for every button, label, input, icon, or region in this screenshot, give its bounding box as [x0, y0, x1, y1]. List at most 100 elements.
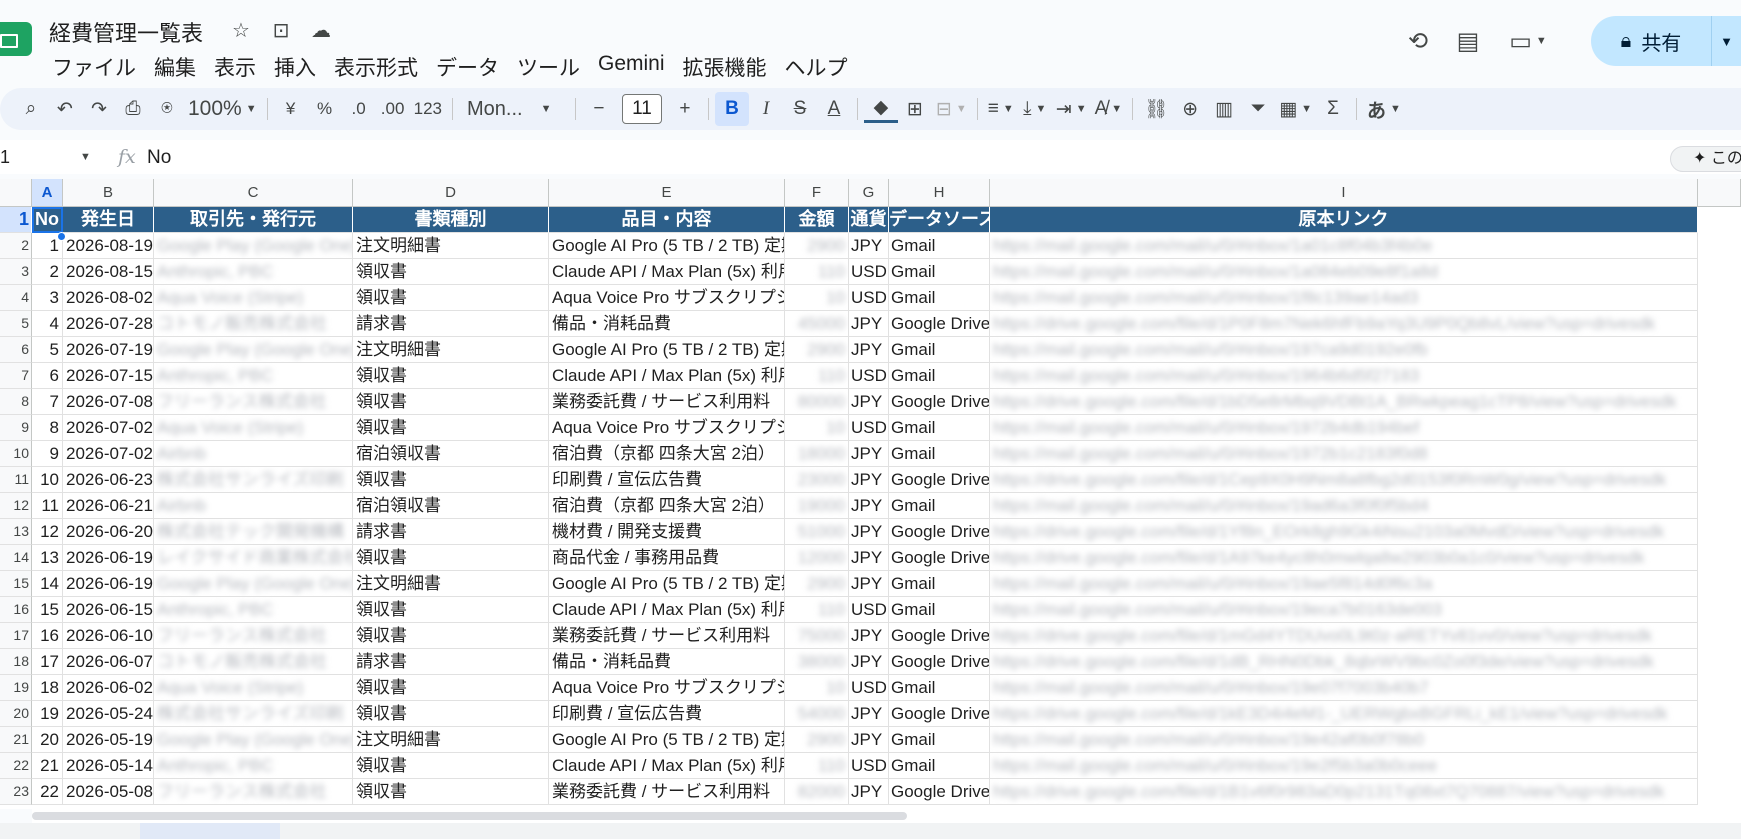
document-title[interactable]: 経費管理一覧表	[49, 16, 203, 48]
row-number[interactable]: 9	[0, 415, 32, 441]
header-cell-doc-type[interactable]: 書類種別	[353, 207, 549, 233]
merge-cells-icon[interactable]: ⊟ ▼	[932, 92, 971, 126]
cell-currency[interactable]: JPY	[849, 649, 889, 675]
cell-vendor[interactable]: Aqua Voice (Stripe)	[154, 415, 353, 441]
share-button[interactable]: 🔒︎ 共有	[1591, 16, 1711, 66]
cell-source[interactable]: Google Drive	[889, 701, 990, 727]
menu-data[interactable]: データ	[427, 52, 508, 82]
horizontal-scrollbar[interactable]	[32, 809, 1741, 823]
row-number[interactable]: 21	[0, 727, 32, 753]
cell-currency[interactable]: JPY	[849, 233, 889, 259]
row-number[interactable]: 19	[0, 675, 32, 701]
cell-no[interactable]: 2	[32, 259, 63, 285]
cell-doc-type[interactable]: 宿泊領収書	[353, 441, 549, 467]
header-cell-date[interactable]: 発生日	[63, 207, 154, 233]
cell-no[interactable]: 3	[32, 285, 63, 311]
cell-amount[interactable]: 110	[785, 363, 849, 389]
cell-currency[interactable]: JPY	[849, 441, 889, 467]
cell-currency[interactable]: USD	[849, 363, 889, 389]
cell-source[interactable]: Google Drive	[889, 623, 990, 649]
cell-date[interactable]: 2026-07-19	[63, 337, 154, 363]
cell-source[interactable]: Gmail	[889, 493, 990, 519]
cell-date[interactable]: 2026-06-02	[63, 675, 154, 701]
cell-item[interactable]: 備品・消耗品費	[549, 311, 785, 337]
cell-link[interactable]: https://drive.google.com/file/d/1B1v6f0r…	[990, 779, 1698, 805]
cell-no[interactable]: 19	[32, 701, 63, 727]
menu-view[interactable]: 表示	[205, 52, 265, 82]
functions-icon[interactable]: Σ	[1316, 92, 1350, 126]
cell-date[interactable]: 2026-05-19	[63, 727, 154, 753]
cell-vendor[interactable]: Google Play (Google One)	[154, 727, 353, 753]
header-cell-currency[interactable]: 通貨	[849, 207, 889, 233]
sheets-logo-icon[interactable]	[0, 22, 32, 56]
cell-date[interactable]: 2026-06-23	[63, 467, 154, 493]
cell-vendor[interactable]: コトモノ販売株式会社	[154, 311, 353, 337]
font-size-increase-button[interactable]: +	[668, 92, 702, 126]
cell-link[interactable]: https://mail.google.com/mail/u/0/#inbox/…	[990, 259, 1698, 285]
menu-gemini[interactable]: Gemini	[589, 52, 674, 82]
cell-item[interactable]: Aqua Voice Pro サブスクリプション	[549, 415, 785, 441]
cell-amount[interactable]: 19000	[785, 493, 849, 519]
menu-file[interactable]: ファイル	[52, 52, 145, 82]
text-wrap-icon[interactable]: ⇥ ▼	[1052, 92, 1091, 126]
cell-item[interactable]: Aqua Voice Pro サブスクリプション	[549, 285, 785, 311]
column-header-d[interactable]: D	[353, 179, 549, 207]
column-header-h[interactable]: H	[889, 179, 990, 207]
cell-doc-type[interactable]: 注文明細書	[353, 727, 549, 753]
row-number[interactable]: 2	[0, 233, 32, 259]
print-icon[interactable]: ⎙	[116, 92, 150, 126]
menu-insert[interactable]: 挿入	[265, 52, 325, 82]
cell-doc-type[interactable]: 領収書	[353, 415, 549, 441]
cell-link[interactable]: https://mail.google.com/mail/u/0/#inbox/…	[990, 493, 1698, 519]
column-header-b[interactable]: B	[63, 179, 154, 207]
cell-doc-type[interactable]: 領収書	[353, 779, 549, 805]
cell-doc-type[interactable]: 注文明細書	[353, 571, 549, 597]
cell-item[interactable]: Google AI Pro (5 TB / 2 TB) 定期	[549, 337, 785, 363]
cell-source[interactable]: Gmail	[889, 727, 990, 753]
cell-date[interactable]: 2026-06-19	[63, 545, 154, 571]
cell-vendor[interactable]: フリーランス株式会社	[154, 389, 353, 415]
share-dropdown-button[interactable]: ▼	[1711, 16, 1741, 66]
menu-format[interactable]: 表示形式	[325, 52, 427, 82]
cell-vendor[interactable]: 株式会社サンライズ印刷	[154, 467, 353, 493]
cell-item[interactable]: Claude API / Max Plan (5x) 利用	[549, 753, 785, 779]
cell-no[interactable]: 6	[32, 363, 63, 389]
cell-doc-type[interactable]: 領収書	[353, 259, 549, 285]
cell-item[interactable]: Claude API / Max Plan (5x) 利用	[549, 259, 785, 285]
row-number[interactable]: 6	[0, 337, 32, 363]
gemini-chip[interactable]: ✦ この	[1670, 146, 1741, 172]
font-size-input[interactable]: 11	[621, 94, 662, 124]
input-method-button[interactable]: あ ▼	[1363, 92, 1405, 126]
meet-video-icon[interactable]: ▭ ▼	[1493, 21, 1563, 61]
cell-link[interactable]: https://drive.google.com/file/d/1Yf8n_EO…	[990, 519, 1698, 545]
cell-currency[interactable]: USD	[849, 285, 889, 311]
increase-decimal-button[interactable]: .00	[376, 92, 410, 126]
cell-no[interactable]: 10	[32, 467, 63, 493]
cell-link[interactable]: https://mail.google.com/mail/u/0/#inbox/…	[990, 363, 1698, 389]
cell-no[interactable]: 15	[32, 597, 63, 623]
cell-vendor[interactable]: Google Play (Google One)	[154, 571, 353, 597]
cell-doc-type[interactable]: 領収書	[353, 675, 549, 701]
cell-currency[interactable]: JPY	[849, 389, 889, 415]
text-rotation-icon[interactable]: A̸ ▼	[1091, 92, 1127, 126]
cell-vendor[interactable]: Anthropic, PBC	[154, 259, 353, 285]
cell-no[interactable]: 21	[32, 753, 63, 779]
insert-comment-icon[interactable]: ⊕	[1173, 92, 1207, 126]
cell-date[interactable]: 2026-06-15	[63, 597, 154, 623]
cell-source[interactable]: Google Drive	[889, 311, 990, 337]
cell-date[interactable]: 2026-05-08	[63, 779, 154, 805]
cell-no[interactable]: 17	[32, 649, 63, 675]
cell-date[interactable]: 2026-05-14	[63, 753, 154, 779]
insert-link-icon[interactable]: ⛓	[1139, 92, 1173, 126]
filter-views-icon[interactable]: ▦ ▼	[1275, 92, 1316, 126]
cell-amount[interactable]: 10	[785, 675, 849, 701]
cell-source[interactable]: Gmail	[889, 441, 990, 467]
cell-item[interactable]: Google AI Pro (5 TB / 2 TB) 定期	[549, 233, 785, 259]
row-number[interactable]: 18	[0, 649, 32, 675]
cell-no[interactable]: 8	[32, 415, 63, 441]
cell-link[interactable]: https://drive.google.com/file/d/1mGd4YTD…	[990, 623, 1698, 649]
row-number[interactable]: 11	[0, 467, 32, 493]
cell-source[interactable]: Gmail	[889, 337, 990, 363]
header-cell-no[interactable]: No	[32, 207, 63, 233]
cell-item[interactable]: 商品代金 / 事務用品費	[549, 545, 785, 571]
